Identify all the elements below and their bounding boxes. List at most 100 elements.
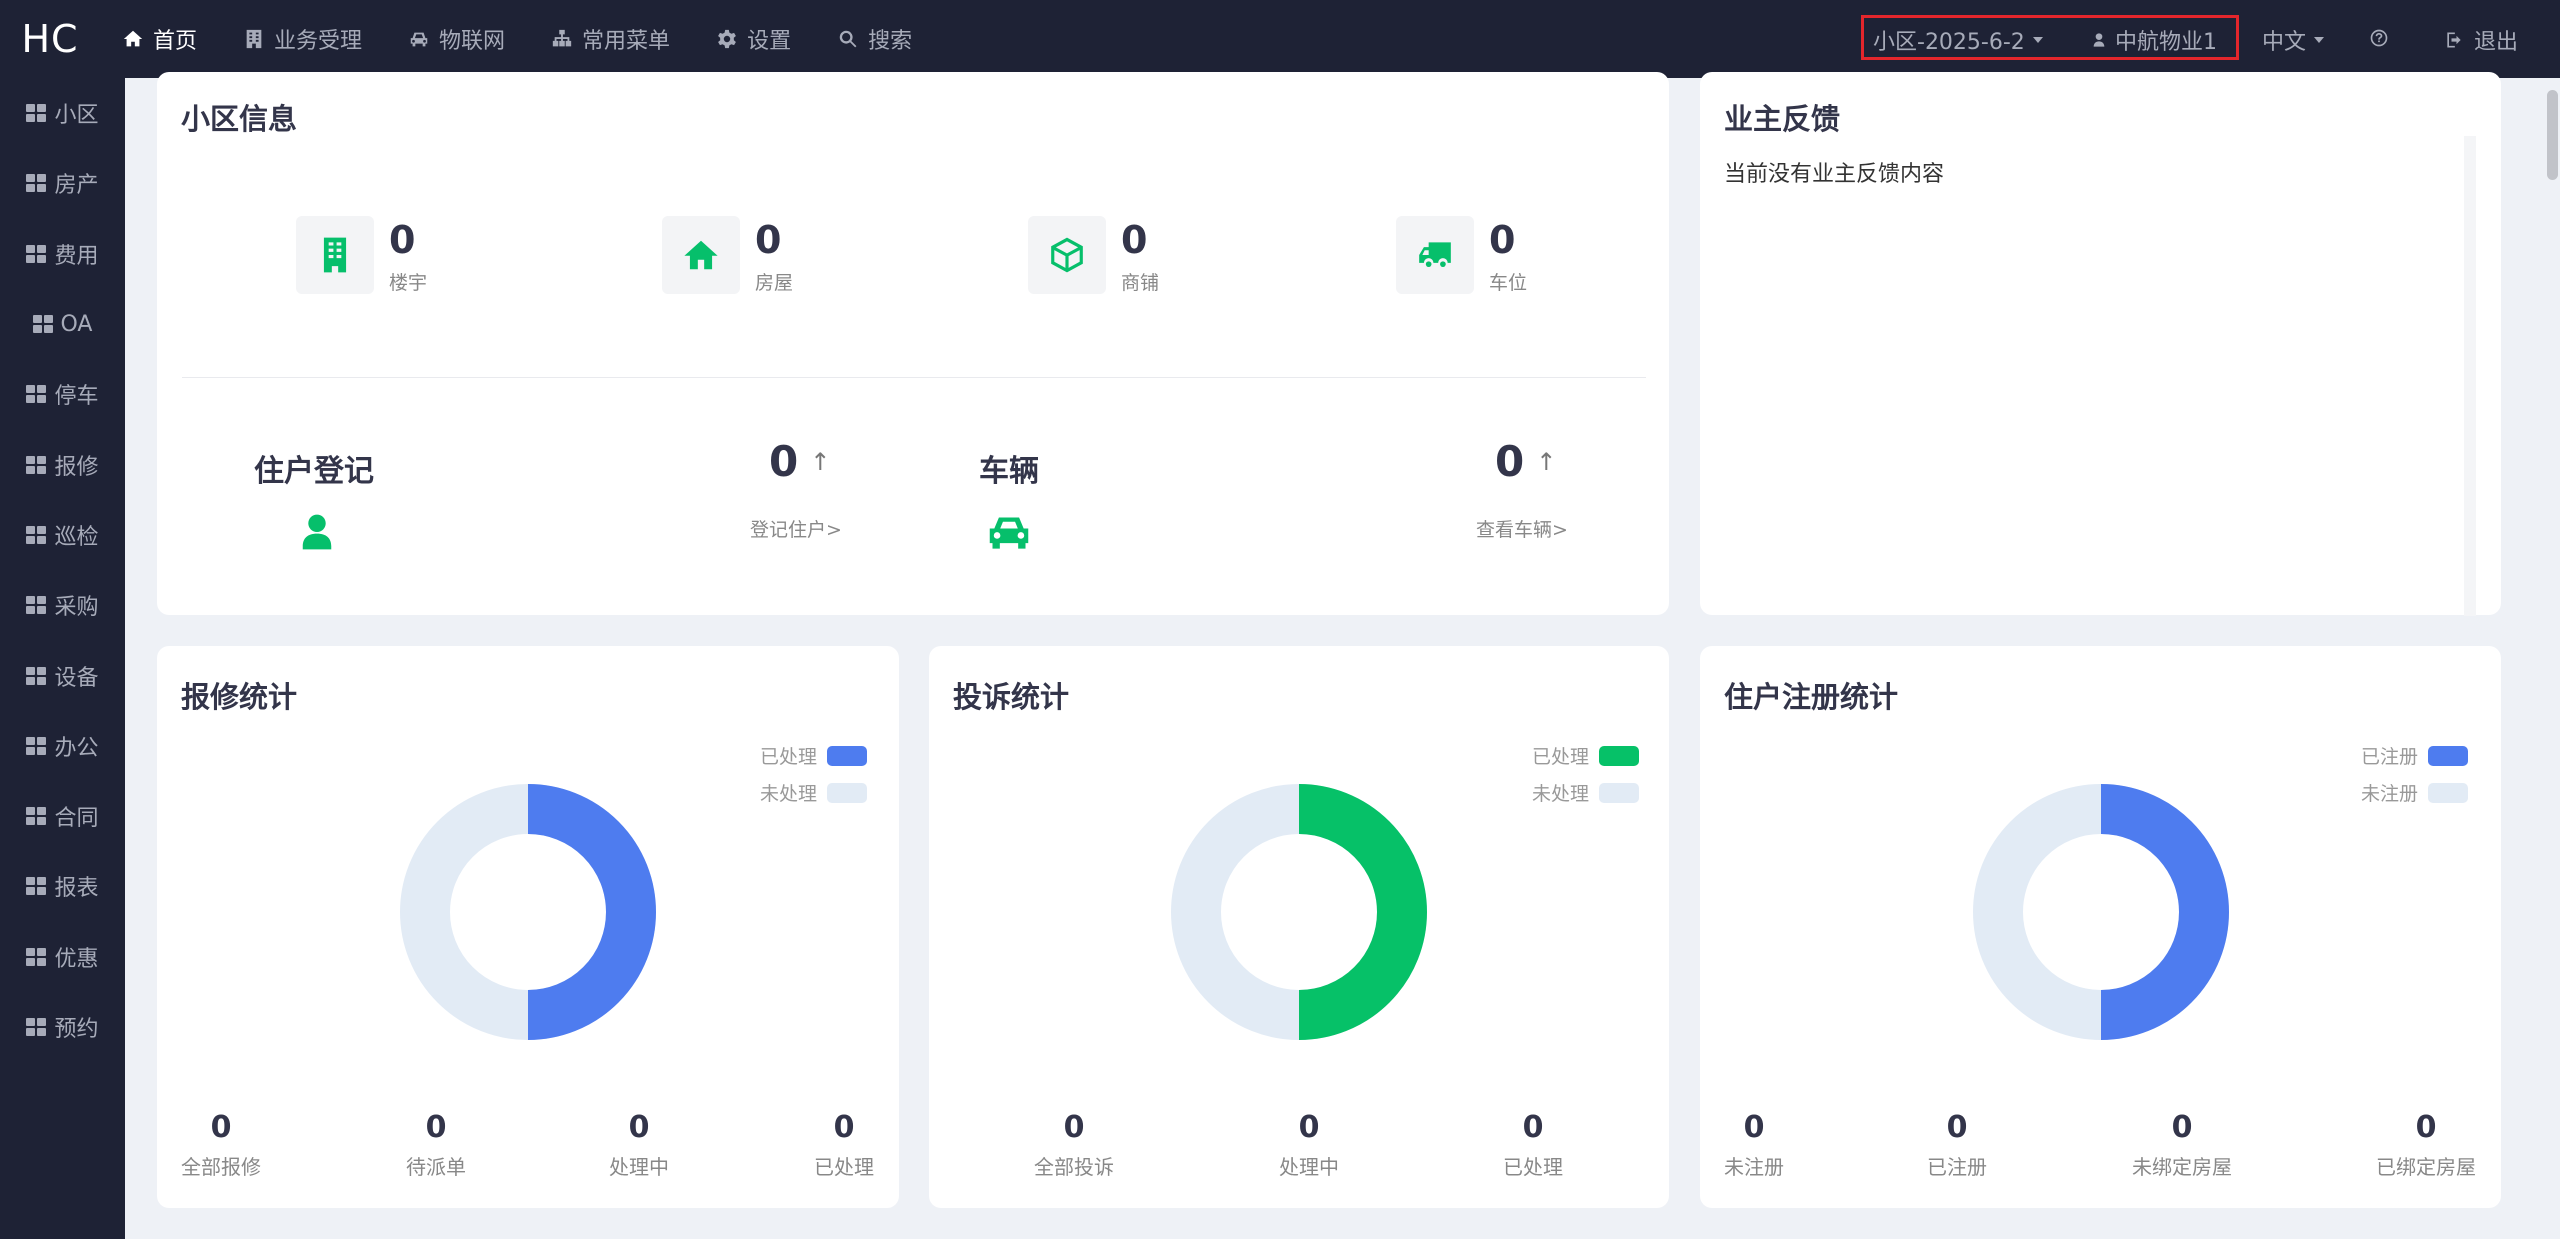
complaint-in-progress: 0 处理中 [1279, 1110, 1339, 1179]
stat-label: 房屋 [755, 272, 794, 294]
community-selector[interactable]: 小区-2025-6-2 [1873, 24, 2043, 56]
complaint-total: 0 全部投诉 [1034, 1110, 1114, 1179]
sidebar-item[interactable]: OA [0, 289, 125, 359]
legend-swatch [1599, 745, 1639, 766]
th-large-icon [26, 807, 47, 826]
nav-iot[interactable]: 物联网 [408, 23, 505, 55]
donut-registered-segment [2100, 784, 2229, 1040]
th-large-icon [26, 174, 47, 193]
stat-value: 0 [1121, 218, 1148, 262]
sidebar-item[interactable]: 合同 [0, 781, 125, 851]
nav-settings[interactable]: 设置 [716, 23, 791, 55]
stat-houses[interactable]: 0 房屋 [662, 216, 793, 295]
logout-icon [2447, 32, 2461, 48]
sidebar-item[interactable]: 停车 [0, 359, 125, 429]
sidebar-item[interactable]: 费用 [0, 219, 125, 289]
home-icon [123, 30, 143, 47]
vehicle-title: 车辆 [979, 454, 1039, 489]
donut-processed-segment [527, 784, 656, 1040]
register-resident-link[interactable]: 登记住户> [750, 515, 842, 542]
stat-label: 车位 [1489, 272, 1528, 294]
sidebar-item[interactable]: 报修 [0, 429, 125, 499]
register-unbound-house: 0 未绑定房屋 [2132, 1110, 2232, 1179]
legend-processed[interactable]: 已处理 [1532, 742, 1639, 769]
legend-processed[interactable]: 已处理 [760, 742, 867, 769]
nav-search[interactable]: 搜索 [837, 23, 912, 55]
app-logo[interactable]: HC [0, 17, 100, 61]
legend-unprocessed[interactable]: 未处理 [760, 779, 867, 806]
car-icon [410, 32, 428, 47]
nav-home[interactable]: 首页 [122, 23, 197, 55]
th-large-icon [26, 596, 47, 615]
sidebar-item-label: 合同 [54, 806, 99, 832]
arrow-up-icon: ↑ [810, 447, 831, 476]
complaint-processed: 0 已处理 [1503, 1110, 1563, 1179]
legend-swatch [827, 782, 867, 803]
sidebar-item-label: 设备 [54, 665, 99, 691]
top-navbar: HC 首页 业务受理 物联网 常用菜单 设置 搜索 小区-2025-6-2 中航… [0, 0, 2560, 78]
language-selector[interactable]: 中文 [2262, 24, 2325, 56]
th-large-icon [26, 666, 47, 685]
th-large-icon [26, 947, 47, 966]
repair-in-progress: 0 处理中 [609, 1110, 669, 1179]
repair-processed: 0 已处理 [814, 1110, 874, 1179]
sidebar-item[interactable]: 设备 [0, 640, 125, 710]
cube-icon [1051, 237, 1083, 273]
legend-swatch [2428, 782, 2468, 803]
vehicle-count: 0 ↑ [1495, 437, 1557, 486]
sidebar-item[interactable]: 优惠 [0, 922, 125, 992]
sidebar-item-label: 费用 [54, 243, 99, 269]
legend-registered[interactable]: 已注册 [2361, 742, 2468, 769]
sidebar-item-label: 房产 [54, 173, 99, 199]
resident-register-title: 住户注册统计 [1724, 680, 1899, 714]
th-large-icon [26, 877, 47, 896]
stat-parking[interactable]: 0 车位 [1396, 216, 1527, 295]
th-large-icon [26, 104, 47, 123]
sidebar-item[interactable]: 巡检 [0, 500, 125, 570]
nav-business[interactable]: 业务受理 [243, 23, 362, 55]
legend-unregistered[interactable]: 未注册 [2361, 779, 2468, 806]
register-registered: 0 已注册 [1927, 1110, 1987, 1179]
complaint-donut-chart [1171, 784, 1427, 1040]
stat-shops[interactable]: 0 商铺 [1028, 216, 1159, 295]
th-large-icon [26, 244, 47, 263]
search-icon [839, 30, 857, 48]
sidebar: 小区房产费用 OA 停车报修巡检采购设备办公合同报表 优惠 预约 [0, 78, 125, 1239]
car-icon [989, 517, 1029, 549]
user-menu[interactable]: 中航物业1 [2091, 24, 2217, 56]
caret-down-icon [2032, 37, 2043, 43]
th-large-icon [26, 1018, 47, 1036]
gear-icon [718, 29, 736, 49]
th-large-icon [26, 736, 47, 755]
sidebar-item[interactable]: 办公 [0, 711, 125, 781]
legend-swatch [2428, 745, 2468, 766]
user-icon [2093, 33, 2105, 47]
logout-button[interactable]: 退出 [2444, 24, 2518, 56]
nav-common-menu[interactable]: 常用菜单 [551, 23, 670, 55]
legend-unprocessed[interactable]: 未处理 [1532, 779, 1639, 806]
page-scrollbar-thumb[interactable] [2547, 90, 2558, 180]
stat-label: 楼宇 [389, 272, 428, 294]
help-button[interactable] [2369, 28, 2389, 48]
th-large-icon [26, 525, 47, 544]
donut-processed-segment [1298, 784, 1427, 1040]
sidebar-item[interactable]: 小区 [0, 78, 125, 148]
view-vehicles-link[interactable]: 查看车辆> [1476, 515, 1568, 542]
sidebar-item-label: 巡检 [54, 524, 99, 550]
repair-donut-chart [400, 784, 656, 1040]
section-divider [182, 377, 1646, 378]
complaint-stats-title: 投诉统计 [953, 680, 1070, 714]
sidebar-item[interactable]: 预约 [0, 992, 125, 1062]
register-unregistered: 0 未注册 [1724, 1110, 1784, 1179]
repair-total: 0 全部报修 [181, 1110, 261, 1179]
feedback-scrollbar[interactable] [2464, 136, 2476, 616]
page-scrollbar[interactable] [2546, 78, 2560, 1239]
arrow-up-icon: ↑ [1536, 447, 1557, 476]
sidebar-item-label: 停车 [54, 384, 99, 410]
stat-buildings[interactable]: 0 楼宇 [296, 216, 427, 295]
sidebar-item[interactable]: 房产 [0, 148, 125, 218]
user-icon [302, 514, 332, 550]
sidebar-item[interactable]: 报表 [0, 851, 125, 921]
th-large-icon [26, 455, 47, 474]
sidebar-item[interactable]: 采购 [0, 570, 125, 640]
